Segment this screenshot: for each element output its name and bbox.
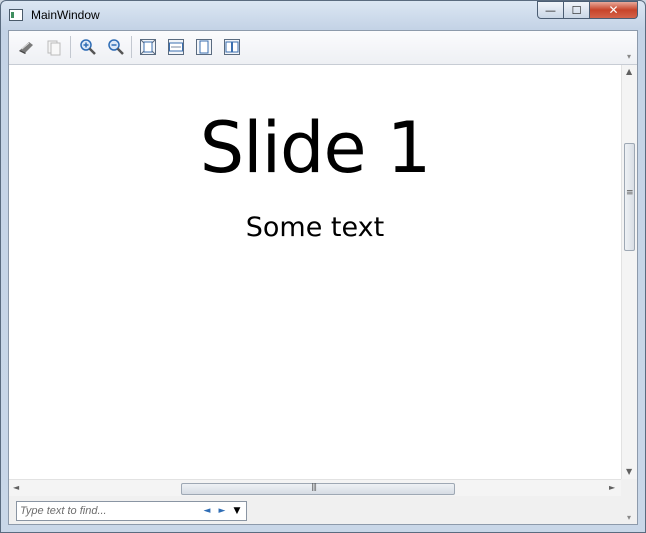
- zoom-out-button[interactable]: [106, 37, 126, 57]
- document-page: Slide 1 Some text: [9, 65, 621, 479]
- find-box: ◄ ► ▼: [16, 501, 247, 521]
- print-icon: [19, 42, 33, 54]
- window-title: MainWindow: [31, 8, 100, 22]
- vertical-scroll-thumb[interactable]: [624, 143, 635, 251]
- print-button[interactable]: [16, 37, 36, 57]
- find-overflow-icon[interactable]: ▾: [627, 514, 635, 522]
- two-pages-button[interactable]: [222, 37, 242, 57]
- toolbar-separator: [131, 36, 132, 58]
- two-pages-icon: [224, 39, 240, 55]
- caption-buttons: — ☐ ✕: [537, 1, 638, 21]
- app-icon[interactable]: [9, 9, 23, 21]
- scroll-right-icon[interactable]: ►: [609, 483, 615, 492]
- find-next-icon[interactable]: ►: [216, 505, 228, 517]
- toolbar-separator: [70, 36, 71, 58]
- find-input[interactable]: [20, 503, 192, 519]
- copy-icon: [47, 40, 61, 56]
- slide-title: Slide 1: [199, 107, 432, 189]
- horizontal-scroll-thumb[interactable]: [181, 482, 455, 495]
- zoom-out-icon: [108, 39, 124, 55]
- actual-size-icon: [140, 39, 156, 55]
- scrollbar-corner: [621, 479, 637, 496]
- close-button[interactable]: ✕: [590, 1, 638, 19]
- whole-page-button[interactable]: [194, 37, 214, 57]
- whole-page-icon: [196, 39, 212, 55]
- scroll-down-icon[interactable]: ▼: [626, 467, 632, 476]
- main-window: MainWindow — ☐ ✕ ▾ Slide 1 Some text ▲ ≡…: [0, 0, 646, 533]
- copy-button[interactable]: [44, 37, 64, 57]
- document-viewer: ▾ Slide 1 Some text ▲ ▼ ◄ ► ◄ ► ▼ ▾: [8, 30, 638, 525]
- close-icon: ✕: [608, 3, 619, 17]
- find-toolbar: ◄ ► ▼ ▾: [9, 496, 637, 524]
- find-options-icon[interactable]: ▼: [231, 505, 243, 517]
- find-previous-icon[interactable]: ◄: [201, 505, 213, 517]
- minimize-icon: —: [545, 3, 556, 17]
- toolbar: ▾: [9, 31, 637, 65]
- page-width-icon: [168, 39, 184, 55]
- vertical-scrollbar[interactable]: ▲ ▼: [621, 65, 637, 479]
- scroll-up-icon[interactable]: ▲: [626, 67, 632, 76]
- title-bar[interactable]: MainWindow — ☐ ✕: [1, 1, 645, 31]
- slide-text: Some text: [245, 212, 385, 243]
- minimize-button[interactable]: —: [537, 1, 564, 19]
- zoom-in-button[interactable]: [78, 37, 98, 57]
- toolbar-overflow-icon[interactable]: ▾: [627, 53, 635, 61]
- actual-size-button[interactable]: [138, 37, 158, 57]
- scroll-left-icon[interactable]: ◄: [13, 483, 19, 492]
- maximize-icon: ☐: [571, 3, 582, 17]
- horizontal-scrollbar[interactable]: ◄ ►: [9, 479, 621, 496]
- page-width-button[interactable]: [166, 37, 186, 57]
- zoom-in-icon: [80, 39, 96, 55]
- maximize-button[interactable]: ☐: [564, 1, 590, 19]
